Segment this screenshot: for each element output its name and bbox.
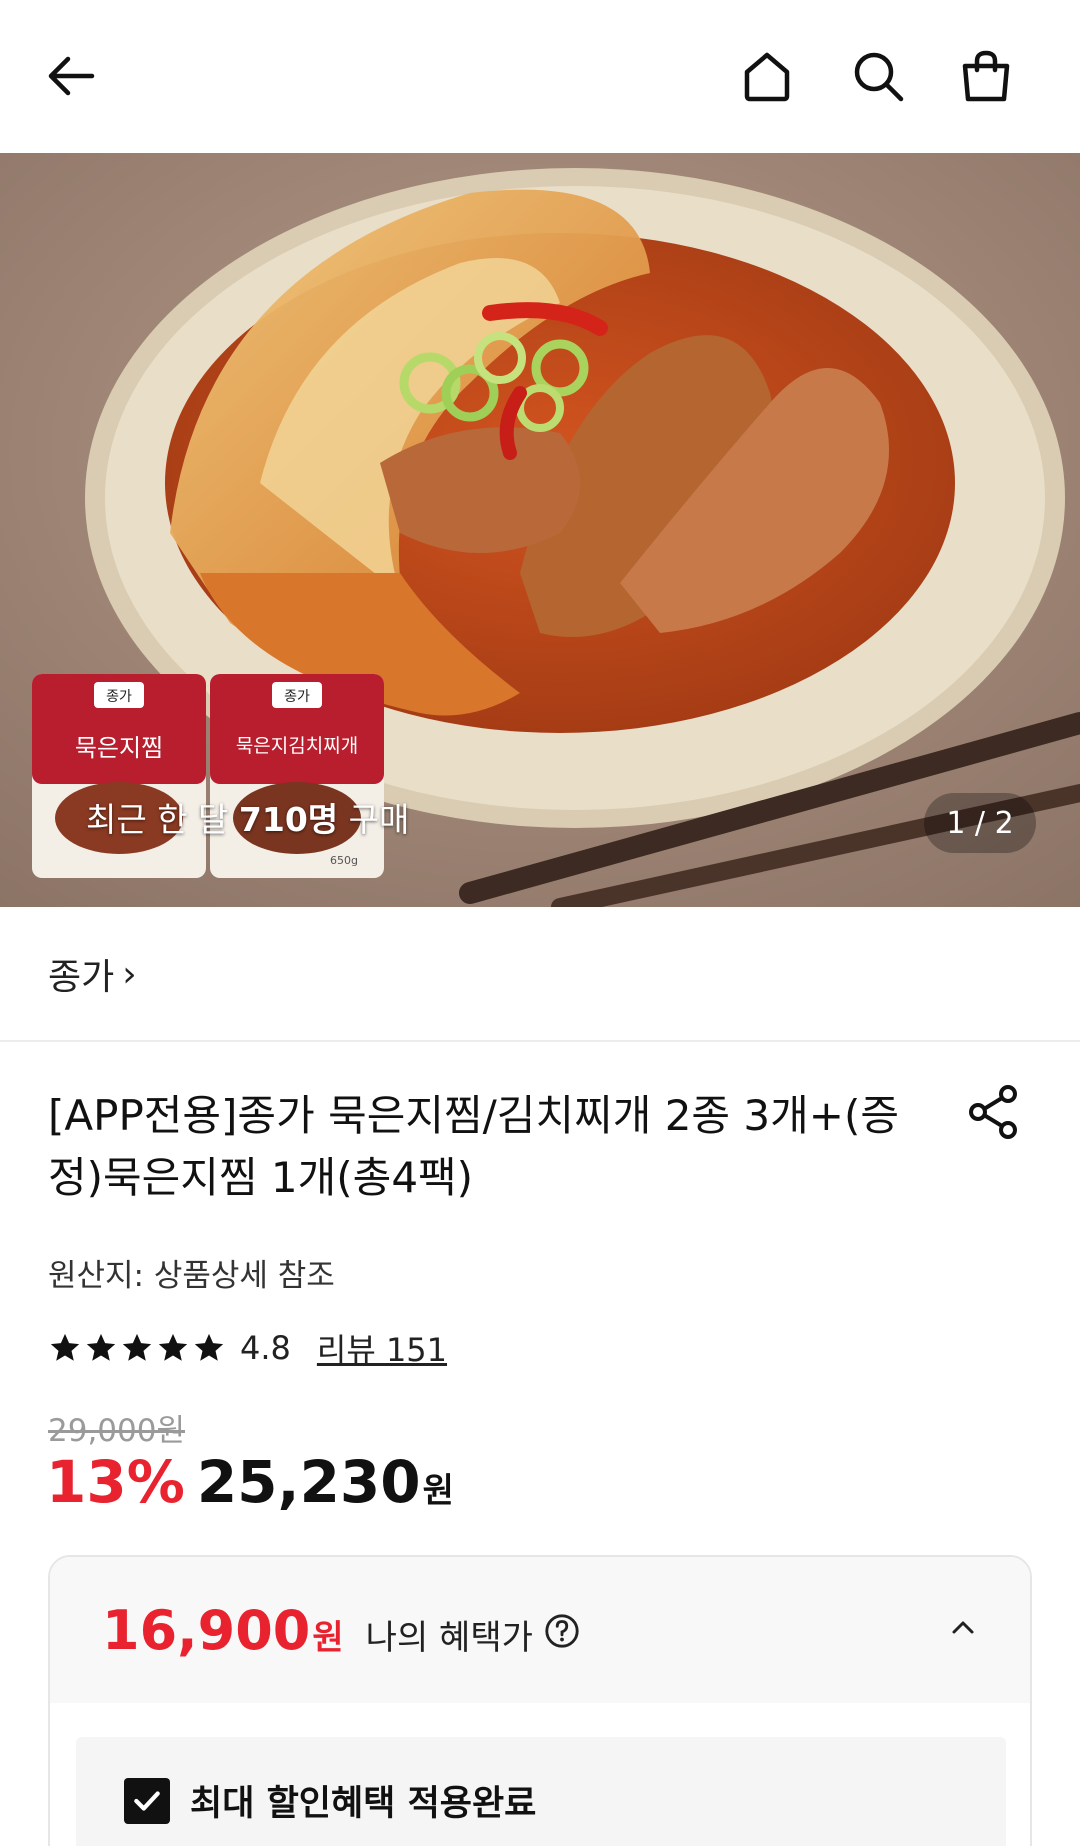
benefit-detail: 최대 할인혜택 적용완료 [76,1737,1006,1846]
brand-link[interactable]: 종가 › [48,948,137,1000]
origin-info: 원산지: 상품상세 참조 [48,1258,335,1294]
pack2-weight: 650g [330,854,358,867]
benefit-label: 나의 혜택가 [365,1618,533,1658]
checkbox-checked[interactable] [124,1777,170,1824]
pack1-brand: 종가 [106,689,132,705]
star-icon [86,1333,116,1361]
top-app-bar [0,0,1080,153]
cart-button[interactable] [950,40,1022,112]
original-price: 29,000원 [48,1413,185,1449]
chevron-up-icon[interactable] [948,1613,978,1643]
recent-purchase-badge: 최근 한 달 710명 구매 [86,793,409,841]
shopping-bag-icon [962,50,1010,102]
share-icon [969,1085,1017,1139]
star-rating [48,1331,226,1365]
back-button[interactable] [36,40,108,112]
sale-price: 25,230 [196,1448,421,1516]
purchase-count: 710명 [238,800,339,839]
benefit-currency: 원 [312,1618,344,1658]
section-divider [0,1040,1080,1042]
review-link[interactable]: 리뷰 151 [317,1325,447,1371]
max-discount-label: 최대 할인혜택 적용완료 [190,1784,537,1824]
pack2-brand: 종가 [284,689,310,705]
pack2-name: 묵은지김치찌개 [236,735,358,757]
product-image-carousel[interactable]: 종가 종가 묵은지찜 묵은지김치찌개 650g 최근 한 달 710명 구매 1… [0,153,1080,907]
rating-score: 4.8 [240,1329,291,1367]
brand-name: 종가 [48,957,115,998]
price-currency: 원 [422,1471,454,1511]
star-icon [50,1333,80,1361]
pack1-name: 묵은지찜 [75,734,163,762]
benefit-price-row: 16,900 원 나의 혜택가 [102,1599,581,1662]
star-icon [122,1333,152,1361]
product-package-thumbnails: 종가 종가 묵은지찜 묵은지김치찌개 650g [32,674,384,878]
discount-rate: 13% [46,1448,185,1516]
home-button[interactable] [731,40,803,112]
help-icon[interactable] [543,1612,581,1650]
checkmark-icon [134,1790,160,1811]
search-button[interactable] [842,40,914,112]
sale-price-row: 13% 25,230 원 [46,1448,454,1516]
product-title: [APP전용]종가 묵은지찜/김치찌개 2종 3개+(증정)묵은지찜 1개(총4… [48,1091,899,1202]
purchase-prefix: 최근 한 달 [86,800,239,839]
search-icon [854,52,904,102]
max-discount-check[interactable]: 최대 할인혜택 적용완료 [124,1775,536,1826]
purchase-suffix: 구매 [338,800,410,839]
star-icon [158,1333,188,1361]
home-icon [744,52,790,102]
benefit-price-panel: 16,900 원 나의 혜택가 최대 할인혜택 적용완료 [48,1555,1032,1846]
rating-row: 4.8 리뷰 151 [48,1325,447,1371]
image-pager: 1 / 2 [924,793,1036,853]
chevron-right-icon: › [122,953,137,995]
benefit-header[interactable]: 16,900 원 나의 혜택가 [50,1557,1030,1703]
star-icon [194,1333,224,1361]
share-button[interactable] [964,1082,1024,1142]
arrow-left-icon [48,56,95,96]
benefit-price: 16,900 [102,1599,311,1662]
